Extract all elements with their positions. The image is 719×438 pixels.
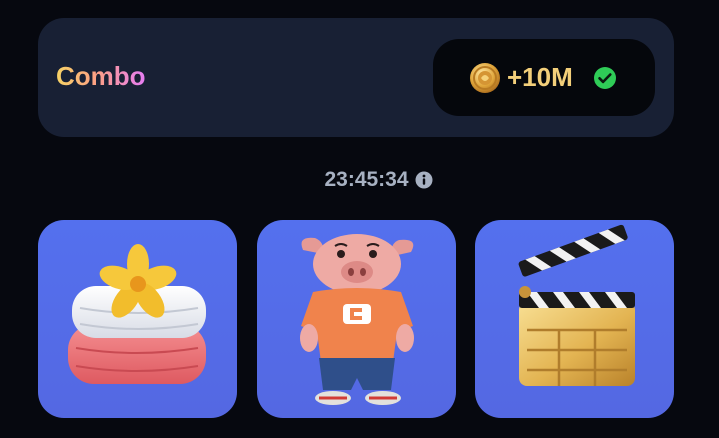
combo-card-clapperboard[interactable] <box>475 220 674 418</box>
info-icon[interactable] <box>415 171 433 189</box>
reward-amount: +10M <box>507 62 573 92</box>
combo-screen: Combo +10M 23:45:34 <box>0 0 719 438</box>
combo-reward-pill: +10M <box>433 39 655 116</box>
coin-icon <box>470 63 500 93</box>
towels-with-flower-image <box>68 244 206 384</box>
film-clapperboard-image <box>518 224 635 386</box>
pig-character-image <box>300 234 414 405</box>
combo-card-towels[interactable] <box>38 220 237 418</box>
checkmark-circle-icon <box>594 67 616 89</box>
countdown-timer: 23:45:34 <box>324 168 409 191</box>
combo-card-pig[interactable] <box>257 220 456 418</box>
timer-row: 23:45:34 <box>0 166 719 194</box>
combo-panel: Combo +10M <box>38 18 674 137</box>
combo-title: Combo <box>56 61 146 91</box>
